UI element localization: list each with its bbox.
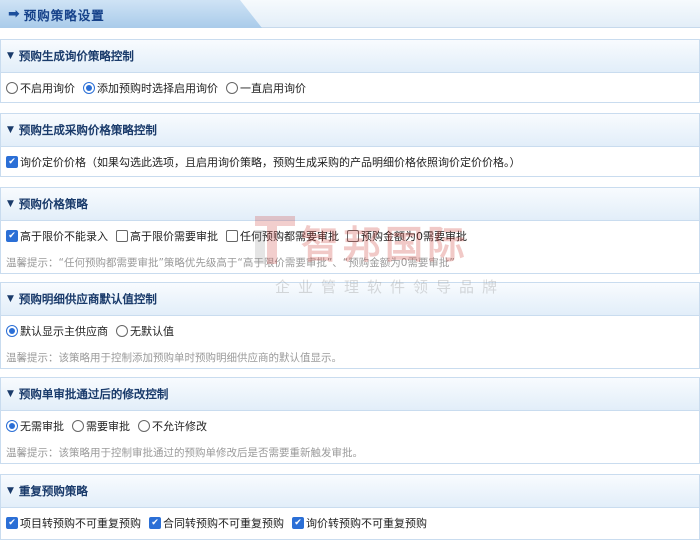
strategy-section: ▼ 预购价格策略 ✔ 高于限价不能录入 高于限价需要审批 任何预购都需要审批 预购金额为0需… bbox=[0, 187, 700, 274]
option-label: 高于限价需要审批 bbox=[130, 230, 218, 243]
checkbox-option[interactable]: 高于限价需要审批 bbox=[116, 228, 218, 244]
option-label: 预购金额为0需要审批 bbox=[361, 230, 467, 243]
caret-down-icon[interactable]: ▼ bbox=[7, 199, 14, 209]
radio-option[interactable]: 无需审批 bbox=[6, 418, 64, 434]
radio-button[interactable] bbox=[83, 82, 95, 94]
options-row: ✔ 高于限价不能录入 高于限价需要审批 任何预购都需要审批 预购金额为0需要审批 bbox=[6, 221, 694, 251]
radio-option[interactable]: 需要审批 bbox=[72, 418, 130, 434]
section-title: 预购明细供应商默认值控制 bbox=[18, 292, 157, 306]
strategy-section: ▼ 预购单审批通过后的修改控制 无需审批 需要审批 不允许修改温馨提示：该策略用于控制审… bbox=[0, 377, 700, 464]
section-body: 不启用询价 添加预购时选择启用询价 一直启用询价 bbox=[1, 73, 699, 103]
options-row: 默认显示主供应商 无默认值 bbox=[6, 316, 694, 346]
section-header[interactable]: ▼ 预购明细供应商默认值控制 bbox=[1, 283, 699, 316]
radio-button[interactable] bbox=[6, 82, 18, 94]
radio-button[interactable] bbox=[138, 420, 150, 432]
checkbox-option[interactable]: ✔ 高于限价不能录入 bbox=[6, 228, 108, 244]
section-body: 默认显示主供应商 无默认值温馨提示：该策略用于控制添加预购单时预购明细供应商的默认… bbox=[1, 316, 699, 368]
section-body: ✔ 项目转预购不可重复预购 ✔ 合同转预购不可重复预购 ✔ 询价转预购不可重复预购 bbox=[1, 508, 699, 538]
strategy-section: ▼ 重复预购策略 ✔ 项目转预购不可重复预购 ✔ 合同转预购不可重复预购 ✔ 询价转预购不可重… bbox=[0, 474, 700, 540]
section-header[interactable]: ▼ 重复预购策略 bbox=[1, 475, 699, 508]
checkbox[interactable] bbox=[226, 230, 238, 242]
radio-option[interactable]: 无默认值 bbox=[116, 323, 174, 339]
option-label: 询价定价价格（如果勾选此选项，且启用询价策略，预购生成采购的产品明细价格依照询价… bbox=[20, 156, 521, 169]
radio-option[interactable]: 不允许修改 bbox=[138, 418, 207, 434]
option-label: 一直启用询价 bbox=[240, 82, 306, 95]
section-title: 预购单审批通过后的修改控制 bbox=[18, 387, 169, 401]
strategy-section: ▼ 预购生成采购价格策略控制 ✔ 询价定价价格（如果勾选此选项，且启用询价策略，预购生… bbox=[0, 113, 700, 177]
section-header[interactable]: ▼ 预购生成采购价格策略控制 bbox=[1, 114, 699, 147]
option-label: 任何预购都需要审批 bbox=[240, 230, 339, 243]
arrow-right-icon: ➡ bbox=[8, 6, 20, 22]
section-title: 预购生成询价策略控制 bbox=[18, 49, 134, 63]
checkbox-option[interactable]: ✔ 合同转预购不可重复预购 bbox=[149, 515, 284, 531]
checkbox[interactable] bbox=[347, 230, 359, 242]
checkbox[interactable]: ✔ bbox=[149, 517, 161, 529]
radio-button[interactable] bbox=[226, 82, 238, 94]
strategy-section: ▼ 预购明细供应商默认值控制 默认显示主供应商 无默认值温馨提示：该策略用于控制添加预… bbox=[0, 282, 700, 369]
section-body: 无需审批 需要审批 不允许修改温馨提示：该策略用于控制审批通过的预购单修改后是否需要… bbox=[1, 411, 699, 463]
radio-button[interactable] bbox=[72, 420, 84, 432]
radio-option[interactable]: 默认显示主供应商 bbox=[6, 323, 108, 339]
radio-button[interactable] bbox=[6, 325, 18, 337]
checkbox-option[interactable]: ✔ 询价定价价格（如果勾选此选项，且启用询价策略，预购生成采购的产品明细价格依照询… bbox=[6, 154, 521, 170]
options-row: ✔ 项目转预购不可重复预购 ✔ 合同转预购不可重复预购 ✔ 询价转预购不可重复预购 bbox=[6, 508, 694, 538]
checkbox-option[interactable]: ✔ 项目转预购不可重复预购 bbox=[6, 515, 141, 531]
checkbox-option[interactable]: ✔ 询价转预购不可重复预购 bbox=[292, 515, 427, 531]
caret-down-icon[interactable]: ▼ bbox=[7, 486, 14, 496]
option-label: 需要审批 bbox=[86, 420, 130, 433]
checkbox[interactable]: ✔ bbox=[6, 517, 18, 529]
radio-option[interactable]: 不启用询价 bbox=[6, 80, 75, 96]
checkbox[interactable] bbox=[116, 230, 128, 242]
page-title: 预购策略设置 bbox=[23, 7, 105, 23]
option-label: 询价转预购不可重复预购 bbox=[306, 517, 427, 530]
page-title-bar: ➡ 预购策略设置 bbox=[0, 0, 700, 28]
section-header[interactable]: ▼ 预购生成询价策略控制 bbox=[1, 40, 699, 73]
hint-text: 温馨提示：该策略用于控制审批通过的预购单修改后是否需要重新触发审批。 bbox=[6, 446, 363, 459]
section-title: 预购生成采购价格策略控制 bbox=[18, 123, 157, 137]
option-label: 不允许修改 bbox=[152, 420, 207, 433]
option-label: 高于限价不能录入 bbox=[20, 230, 108, 243]
section-title: 预购价格策略 bbox=[18, 197, 88, 211]
hint-text: 温馨提示：该策略用于控制添加预购单时预购明细供应商的默认值显示。 bbox=[6, 351, 342, 364]
radio-button[interactable] bbox=[6, 420, 18, 432]
checkbox[interactable]: ✔ bbox=[292, 517, 304, 529]
option-label: 无需审批 bbox=[20, 420, 64, 433]
option-label: 不启用询价 bbox=[20, 82, 75, 95]
checkbox-option[interactable]: 预购金额为0需要审批 bbox=[347, 228, 467, 244]
checkbox[interactable]: ✔ bbox=[6, 230, 18, 242]
radio-option[interactable]: 一直启用询价 bbox=[226, 80, 306, 96]
caret-down-icon[interactable]: ▼ bbox=[7, 294, 14, 304]
caret-down-icon[interactable]: ▼ bbox=[7, 389, 14, 399]
hint-text: 温馨提示：“任何预购都需要审批”策略优先级高于“高于限价需要审批”、“预购金额为… bbox=[6, 256, 455, 269]
page-title-tab: ➡ 预购策略设置 bbox=[0, 0, 262, 28]
section-body: ✔ 高于限价不能录入 高于限价需要审批 任何预购都需要审批 预购金额为0需要审批温馨提示… bbox=[1, 221, 699, 273]
radio-button[interactable] bbox=[116, 325, 128, 337]
option-label: 默认显示主供应商 bbox=[20, 325, 108, 338]
option-label: 无默认值 bbox=[130, 325, 174, 338]
section-header[interactable]: ▼ 预购单审批通过后的修改控制 bbox=[1, 378, 699, 411]
checkbox-option[interactable]: 任何预购都需要审批 bbox=[226, 228, 339, 244]
option-label: 合同转预购不可重复预购 bbox=[163, 517, 284, 530]
options-row: 无需审批 需要审批 不允许修改 bbox=[6, 411, 694, 441]
options-row: 不启用询价 添加预购时选择启用询价 一直启用询价 bbox=[6, 73, 694, 103]
checkbox[interactable]: ✔ bbox=[6, 156, 18, 168]
section-header[interactable]: ▼ 预购价格策略 bbox=[1, 188, 699, 221]
caret-down-icon[interactable]: ▼ bbox=[7, 51, 14, 61]
option-label: 添加预购时选择启用询价 bbox=[97, 82, 218, 95]
caret-down-icon[interactable]: ▼ bbox=[7, 125, 14, 135]
strategy-section: ▼ 预购生成询价策略控制 不启用询价 添加预购时选择启用询价 一直启用询价 bbox=[0, 39, 700, 103]
section-title: 重复预购策略 bbox=[18, 484, 88, 498]
radio-option[interactable]: 添加预购时选择启用询价 bbox=[83, 80, 218, 96]
options-row: ✔ 询价定价价格（如果勾选此选项，且启用询价策略，预购生成采购的产品明细价格依照询… bbox=[6, 147, 694, 177]
option-label: 项目转预购不可重复预购 bbox=[20, 517, 141, 530]
section-body: ✔ 询价定价价格（如果勾选此选项，且启用询价策略，预购生成采购的产品明细价格依照询… bbox=[1, 147, 699, 177]
